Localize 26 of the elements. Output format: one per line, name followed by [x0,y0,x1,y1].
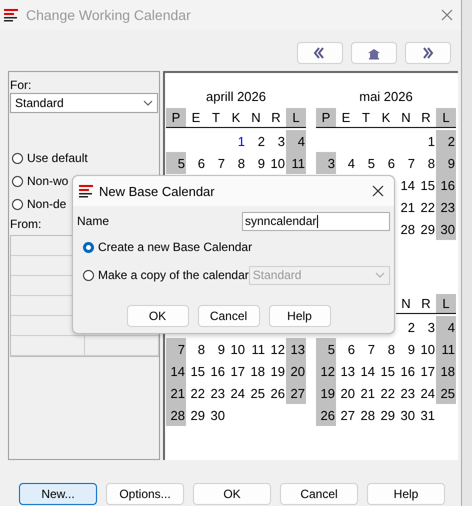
field-label: For: [10,78,32,92]
weekday-header: K [226,108,246,128]
field-label: Name [77,214,110,228]
weekday-header: N [246,108,266,128]
weekday-header: E [336,108,356,128]
dialog-title: New Base Calendar [99,184,216,198]
weekday-header: P [316,108,336,128]
radio-label: Use default [27,151,88,165]
weekday-header: P [166,108,186,128]
weekday-header: T [206,108,226,128]
field-label: From: [10,217,42,231]
weekday-header: T [356,108,376,128]
weekday-header: N [396,108,416,128]
weekday-header: L [436,108,456,128]
radio-label: Make a copy of the calendar [98,268,249,282]
weekday-header: N [396,294,416,314]
radio-label: Create a new Base Calendar [98,240,252,254]
radio-label: Non-de [27,197,66,211]
month-title: aprill 2026 [206,88,266,104]
radio-label: Non-wo [27,174,68,188]
weekday-header: L [436,294,456,314]
weekday-header: K [376,108,396,128]
weekday-header: E [186,108,206,128]
weekday-header: L [286,108,306,128]
window-title: Change Working Calendar [26,7,192,23]
month-title: mai 2026 [359,88,413,104]
